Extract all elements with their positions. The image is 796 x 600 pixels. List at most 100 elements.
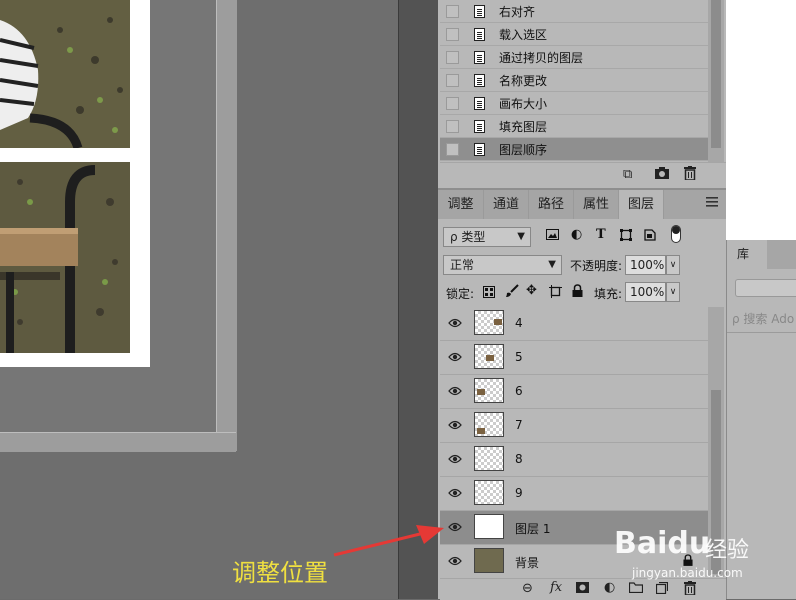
history-item[interactable]: 通过拷贝的图层 — [440, 46, 708, 69]
library-search-input[interactable]: ρ 搜索 Ado — [732, 310, 794, 327]
layer-row[interactable]: 4 — [440, 307, 708, 341]
shape-filter-icon[interactable] — [620, 229, 632, 245]
lock-label: 锁定: — [446, 287, 475, 301]
layer-name[interactable]: 背景 — [515, 554, 539, 571]
baidu-watermark-suffix: 经验 — [705, 538, 750, 563]
eye-visibility-icon[interactable] — [448, 487, 462, 501]
history-item[interactable]: 右对齐 — [440, 0, 708, 23]
tab-adjustments[interactable]: 调整 — [438, 190, 484, 219]
document-state-icon — [474, 142, 485, 156]
fx-icon[interactable]: fx — [550, 580, 562, 595]
history-snapshot-checkbox[interactable] — [446, 142, 459, 156]
layers-footer: ⊖ fx ◐ — [440, 578, 726, 600]
adjustment-filter-icon[interactable]: ◐ — [571, 227, 582, 242]
layer-thumbnail — [474, 446, 504, 471]
eye-visibility-icon[interactable] — [448, 351, 462, 365]
tab-paths[interactable]: 路径 — [529, 190, 574, 219]
eye-visibility-icon[interactable] — [448, 419, 462, 433]
history-snapshot-checkbox[interactable] — [446, 119, 459, 133]
new-document-from-state-icon[interactable]: ⧉ — [623, 167, 632, 182]
blend-mode-label: 正常 — [450, 258, 475, 272]
history-snapshot-checkbox[interactable] — [446, 4, 459, 18]
trash-icon[interactable] — [684, 166, 696, 184]
library-select[interactable] — [735, 279, 796, 297]
tab-properties[interactable]: 属性 — [574, 190, 619, 219]
layer-name[interactable]: 7 — [515, 418, 523, 432]
lock-image-pixels-brush-icon[interactable] — [505, 284, 519, 302]
fill-label: 填充: — [594, 287, 623, 301]
lock-position-move-icon[interactable]: ✥ — [526, 283, 537, 298]
history-snapshot-checkbox[interactable] — [446, 27, 459, 41]
group-icon[interactable] — [628, 582, 644, 597]
history-snapshot-checkbox[interactable] — [446, 50, 459, 64]
eye-visibility-icon[interactable] — [448, 385, 462, 399]
history-snapshot-checkbox[interactable] — [446, 73, 459, 87]
type-filter-icon[interactable]: T — [596, 227, 606, 242]
photo-tile-bottom — [0, 162, 130, 353]
fill-input[interactable]: 100% — [625, 282, 666, 302]
history-item[interactable]: 载入选区 — [440, 23, 708, 46]
eye-visibility-icon[interactable] — [448, 555, 462, 569]
blend-mode-select[interactable]: 正常 ▼ — [443, 255, 562, 275]
layer-name[interactable]: 4 — [515, 316, 523, 330]
history-scrollbar-thumb[interactable] — [711, 0, 721, 148]
filter-toggle-icon[interactable] — [671, 225, 681, 247]
layer-thumbnail — [474, 344, 504, 369]
layer-name[interactable]: 图层 1 — [515, 520, 550, 537]
adjustment-icon[interactable]: ◐ — [604, 580, 615, 595]
layer-name[interactable]: 8 — [515, 452, 523, 466]
tab-libraries[interactable]: 库 — [727, 240, 767, 269]
lock-transparent-pixels-icon[interactable] — [483, 286, 495, 302]
history-item-selected[interactable]: 图层顺序 — [440, 138, 708, 161]
lock-artboard-icon[interactable] — [549, 285, 562, 302]
baidu-watermark-logo: Baidu — [614, 526, 711, 561]
layer-row[interactable]: 7 — [440, 409, 708, 443]
trash-icon[interactable] — [684, 581, 696, 599]
panel-dock-edge — [398, 0, 439, 599]
layer-thumbnail — [474, 480, 504, 505]
camera-icon[interactable] — [654, 166, 670, 184]
layer-name[interactable]: 5 — [515, 350, 523, 364]
layer-thumbnail — [474, 310, 504, 335]
document-vertical-scrollbar[interactable] — [216, 0, 237, 451]
layer-name[interactable]: 9 — [515, 486, 523, 500]
link-icon[interactable]: ⊖ — [522, 581, 533, 596]
history-item[interactable]: 画布大小 — [440, 92, 708, 115]
mask-icon[interactable] — [576, 582, 589, 597]
history-snapshot-checkbox[interactable] — [446, 96, 459, 110]
history-item-label: 画布大小 — [499, 96, 548, 111]
tab-layers[interactable]: 图层 — [619, 190, 664, 219]
document-state-icon — [474, 50, 485, 64]
layer-row[interactable]: 5 — [440, 341, 708, 375]
opacity-input[interactable]: 100% — [625, 255, 666, 275]
document-state-icon — [474, 73, 485, 87]
layer-row[interactable]: 8 — [440, 443, 708, 477]
lock-all-icon[interactable] — [572, 284, 583, 301]
history-list: 右对齐 载入选区 通过拷贝的图层 名称更改 画布大小 填充图层 图层顺序 — [440, 0, 708, 162]
tab-channels[interactable]: 通道 — [484, 190, 529, 219]
new-layer-icon[interactable] — [655, 581, 669, 598]
eye-visibility-icon[interactable] — [448, 453, 462, 467]
document-state-icon — [474, 27, 485, 41]
layer-row[interactable]: 6 — [440, 375, 708, 409]
image-filter-icon[interactable] — [546, 229, 559, 244]
history-footer: ⧉ — [440, 162, 726, 187]
filter-kind-select[interactable]: ρ 类型 ▼ — [443, 227, 531, 247]
history-item[interactable]: 填充图层 — [440, 115, 708, 138]
chevron-down-icon: ▼ — [517, 231, 525, 242]
layer-thumbnail — [474, 378, 504, 403]
smart-object-filter-icon[interactable] — [644, 228, 656, 245]
document-state-icon — [474, 4, 485, 18]
eye-visibility-icon[interactable] — [448, 317, 462, 331]
fill-dropdown-button[interactable]: ∨ — [666, 282, 680, 302]
history-item-label: 通过拷贝的图层 — [499, 50, 584, 65]
layer-name[interactable]: 6 — [515, 384, 523, 398]
history-item[interactable]: 名称更改 — [440, 69, 708, 92]
panel-menu-icon[interactable] — [706, 196, 720, 210]
layer-row[interactable]: 9 — [440, 477, 708, 511]
document-horizontal-scrollbar[interactable] — [0, 432, 236, 452]
document-state-icon — [474, 119, 485, 133]
opacity-dropdown-button[interactable]: ∨ — [666, 255, 680, 275]
eye-visibility-icon[interactable] — [448, 521, 462, 535]
chevron-down-icon: ▼ — [548, 259, 556, 270]
